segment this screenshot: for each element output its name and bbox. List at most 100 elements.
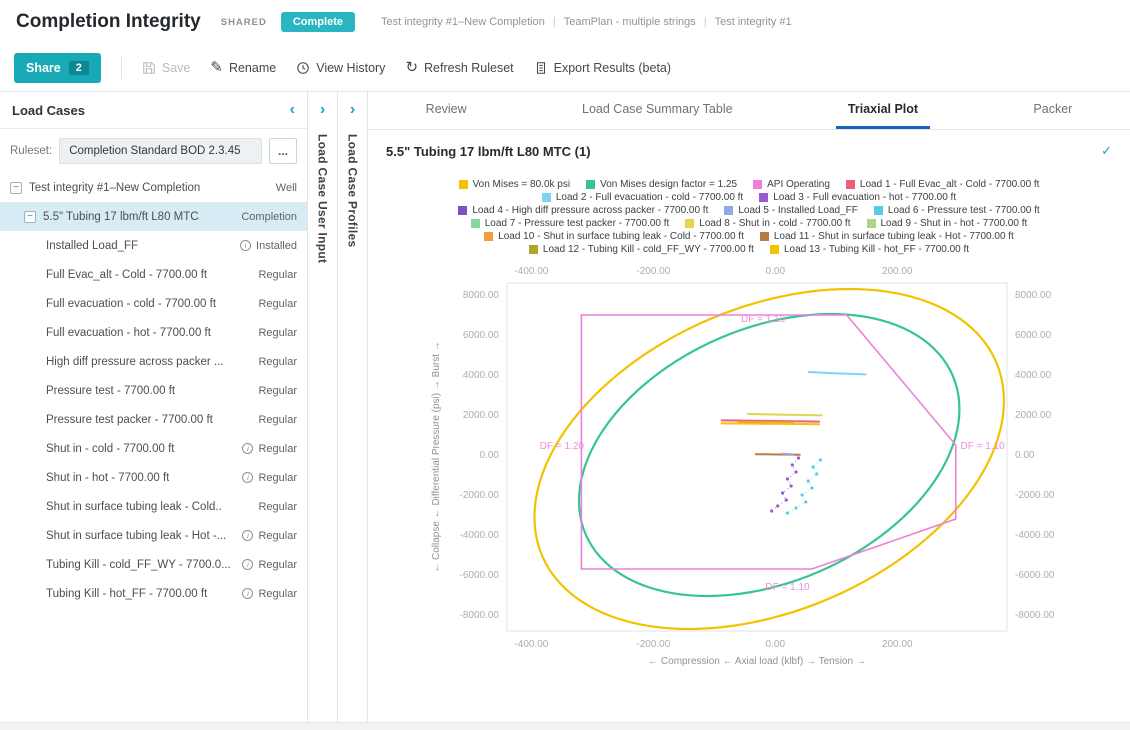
load-case-type: Regular xyxy=(258,327,297,339)
legend-item[interactable]: Load 3 - Full evacuation - hot - 7700.00… xyxy=(759,192,956,203)
svg-text:-6000.00: -6000.00 xyxy=(1015,570,1055,581)
legend-item[interactable]: Load 10 - Shut in surface tubing leak - … xyxy=(484,231,744,242)
load-case-row[interactable]: Shut in surface tubing leak - Cold..Regu… xyxy=(0,492,307,521)
legend-swatch xyxy=(471,219,480,228)
collapsed-panel-label: Load Case User Input xyxy=(316,134,330,263)
refresh-ruleset-button[interactable]: ↻ Refresh Ruleset xyxy=(405,61,513,75)
info-icon[interactable]: i xyxy=(242,472,253,483)
triaxial-plot[interactable]: -400.00-400.00-200.00-200.000.000.00200.… xyxy=(423,259,1075,695)
legend-item[interactable]: Load 8 - Shut in - cold - 7700.00 ft xyxy=(685,218,850,229)
legend-label: Load 6 - Pressure test - 7700.00 ft xyxy=(888,205,1040,216)
rename-button[interactable]: ✎ Rename xyxy=(210,61,276,75)
legend-label: Load 2 - Full evacuation - cold - 7700.0… xyxy=(556,192,743,203)
load-case-row[interactable]: Shut in surface tubing leak - Hot -...iR… xyxy=(0,521,307,550)
legend-item[interactable]: Load 2 - Full evacuation - cold - 7700.0… xyxy=(542,192,743,203)
load-case-row[interactable]: Shut in - cold - 7700.00 ft i Regular xyxy=(0,434,307,463)
legend-item[interactable]: Von Mises = 80.0k psi xyxy=(459,179,571,190)
panel-title: Load Cases xyxy=(12,103,85,118)
load-case-user-input-panel[interactable]: › Load Case User Input xyxy=(308,92,338,722)
load-case-label: Tubing Kill - hot_FF - 7700.00 ft xyxy=(46,588,207,600)
rename-label: Rename xyxy=(229,61,276,75)
ruleset-more-button[interactable]: ... xyxy=(269,138,297,164)
save-button[interactable]: Save xyxy=(142,61,191,75)
load-case-type: Regular xyxy=(258,443,297,455)
load-case-type: Regular xyxy=(258,298,297,310)
legend-item[interactable]: Load 6 - Pressure test - 7700.00 ft xyxy=(874,205,1040,216)
tab-packer[interactable]: Packer xyxy=(1021,92,1084,129)
legend-item[interactable]: Load 9 - Shut in - hot - 7700.00 ft xyxy=(867,218,1028,229)
status-badge: Complete xyxy=(281,12,355,32)
load-case-row[interactable]: −5.5" Tubing 17 lbm/ft L80 MTCCompletion xyxy=(0,202,307,231)
collapse-toggle-icon[interactable]: − xyxy=(24,211,36,223)
legend-item[interactable]: Load 1 - Full Evac_alt - Cold - 7700.00 … xyxy=(846,179,1040,190)
legend-label: Load 11 - Shut in surface tubing leak - … xyxy=(774,231,1014,242)
breadcrumb-item[interactable]: Test integrity #1–New Completion xyxy=(381,16,545,28)
load-case-type: Regular xyxy=(258,385,297,397)
legend-label: Load 8 - Shut in - cold - 7700.00 ft xyxy=(699,218,850,229)
legend-item[interactable]: Load 11 - Shut in surface tubing leak - … xyxy=(760,231,1014,242)
breadcrumb-item[interactable]: TeamPlan - multiple strings xyxy=(564,16,696,28)
legend-item[interactable]: Load 5 - Installed Load_FF xyxy=(724,205,858,216)
load-case-row[interactable]: Pressure test packer - 7700.00 ftRegular xyxy=(0,405,307,434)
load-case-type: Installed xyxy=(256,240,297,252)
check-icon[interactable]: ✓ xyxy=(1101,143,1112,159)
clock-icon xyxy=(296,61,310,75)
load-case-label: Shut in - cold - 7700.00 ft xyxy=(46,443,175,455)
load-case-row[interactable]: Full Evac_alt - Cold - 7700.00 ftRegular xyxy=(0,260,307,289)
load-case-type: Well xyxy=(276,182,297,194)
svg-text:0.00: 0.00 xyxy=(480,450,500,461)
share-button[interactable]: Share 2 xyxy=(14,53,101,83)
svg-text:-2000.00: -2000.00 xyxy=(1015,490,1055,501)
load-case-row[interactable]: Pressure test - 7700.00 ftRegular xyxy=(0,376,307,405)
tab-triaxial-plot[interactable]: Triaxial Plot xyxy=(836,92,930,129)
legend-swatch xyxy=(770,245,779,254)
export-results-button[interactable]: Export Results (beta) xyxy=(534,61,671,75)
load-case-profiles-panel[interactable]: › Load Case Profiles xyxy=(338,92,368,722)
view-history-button[interactable]: View History xyxy=(296,61,385,75)
svg-text:2000.00: 2000.00 xyxy=(1015,410,1052,421)
svg-text:-4000.00: -4000.00 xyxy=(1015,530,1055,541)
legend-item[interactable]: API Operating xyxy=(753,179,830,190)
load-case-row[interactable]: −Test integrity #1–New CompletionWell xyxy=(0,173,307,202)
breadcrumb-item[interactable]: Test integrity #1 xyxy=(715,16,792,28)
legend-item[interactable]: Von Mises design factor = 1.25 xyxy=(586,179,737,190)
expand-panel-icon[interactable]: › xyxy=(350,102,355,118)
legend-swatch xyxy=(484,232,493,241)
load-case-row[interactable]: High diff pressure across packer ...Regu… xyxy=(0,347,307,376)
legend-item[interactable]: Load 4 - High diff pressure across packe… xyxy=(458,205,708,216)
info-icon[interactable]: i xyxy=(242,530,253,541)
legend-item[interactable]: Load 13 - Tubing Kill - hot_FF - 7700.00… xyxy=(770,244,969,255)
legend-swatch xyxy=(874,206,883,215)
load-case-row[interactable]: Full evacuation - hot - 7700.00 ftRegula… xyxy=(0,318,307,347)
ruleset-select[interactable]: Completion Standard BOD 2.3.45 xyxy=(59,138,262,164)
svg-text:DF = 1.10: DF = 1.10 xyxy=(741,314,786,325)
chart-legend: Von Mises = 80.0k psi Von Mises design fa… xyxy=(454,179,1044,255)
collapse-toggle-icon[interactable]: − xyxy=(10,182,22,194)
info-icon[interactable]: i xyxy=(240,240,251,251)
legend-item[interactable]: Load 7 - Pressure test packer - 7700.00 … xyxy=(471,218,670,229)
tab-review[interactable]: Review xyxy=(414,92,479,129)
breadcrumb-separator: | xyxy=(704,16,707,28)
tab-load-case-summary-table[interactable]: Load Case Summary Table xyxy=(570,92,745,129)
info-icon[interactable]: i xyxy=(242,588,253,599)
load-case-label: High diff pressure across packer ... xyxy=(46,356,223,368)
info-icon[interactable]: i xyxy=(242,559,253,570)
collapsed-panel-label: Load Case Profiles xyxy=(346,134,360,247)
load-case-row[interactable]: Full evacuation - cold - 7700.00 ftRegul… xyxy=(0,289,307,318)
load-case-row[interactable]: Tubing Kill - cold_FF_WY - 7700.0...iReg… xyxy=(0,550,307,579)
legend-item[interactable]: Load 12 - Tubing Kill - cold_FF_WY - 770… xyxy=(529,244,754,255)
collapse-panel-icon[interactable]: ‹ xyxy=(290,102,295,118)
expand-panel-icon[interactable]: › xyxy=(320,102,325,118)
info-icon[interactable]: i xyxy=(242,443,253,454)
tab-bar: Review Load Case Summary Table Triaxial Pl… xyxy=(368,92,1130,130)
load-case-row[interactable]: Shut in - hot - 7700.00 ftiRegular xyxy=(0,463,307,492)
load-case-row[interactable]: Installed Load_FFiInstalled xyxy=(0,231,307,260)
svg-text:4000.00: 4000.00 xyxy=(1015,370,1052,381)
legend-swatch xyxy=(459,180,468,189)
load-case-label: Shut in surface tubing leak - Hot -... xyxy=(46,530,226,542)
legend-swatch xyxy=(542,193,551,202)
horizontal-scrollbar[interactable] xyxy=(0,722,1130,730)
legend-swatch xyxy=(867,219,876,228)
breadcrumb-separator: | xyxy=(553,16,556,28)
load-case-row[interactable]: Tubing Kill - hot_FF - 7700.00 ftiRegula… xyxy=(0,579,307,608)
